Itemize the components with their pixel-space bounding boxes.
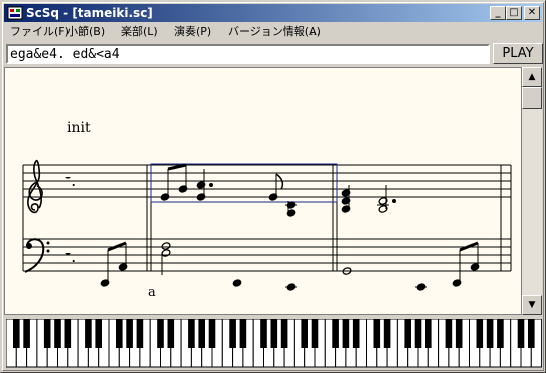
bass-notes: [100, 241, 480, 291]
vertical-scrollbar[interactable]: ▲ ▼: [522, 67, 542, 315]
app-icon: [7, 6, 23, 20]
menu-part[interactable]: 楽部(L): [121, 25, 158, 39]
scroll-thumb[interactable]: [522, 87, 542, 109]
menu-version-info[interactable]: バージョン情報(A): [228, 25, 321, 39]
black-key[interactable]: [332, 319, 339, 348]
black-key[interactable]: [486, 319, 494, 348]
black-key[interactable]: [188, 319, 195, 348]
black-key[interactable]: [476, 319, 484, 348]
black-key[interactable]: [229, 319, 236, 348]
score-canvas: init 𝄻. 𝄻. a: [22, 120, 512, 300]
maximize-button[interactable]: □: [506, 6, 522, 20]
piano-keyboard[interactable]: [5, 318, 543, 369]
section-label: init: [67, 120, 91, 136]
black-key[interactable]: [126, 319, 133, 348]
mml-input[interactable]: [6, 44, 490, 64]
black-key[interactable]: [13, 319, 20, 348]
black-key[interactable]: [497, 319, 504, 348]
arrow-down-icon[interactable]: ▼: [522, 295, 542, 315]
menu-play[interactable]: 演奏(P): [174, 25, 211, 39]
menu-bar: ファイル(F) 小節(B) 楽部(L) 演奏(P) バージョン情報(A) ...: [4, 23, 542, 41]
black-key[interactable]: [404, 319, 411, 348]
black-key[interactable]: [95, 319, 102, 348]
bass-clef-icon: [24, 238, 50, 273]
black-key[interactable]: [64, 319, 72, 348]
close-button[interactable]: ✕: [524, 6, 540, 20]
black-key[interactable]: [383, 319, 391, 348]
black-key[interactable]: [445, 319, 453, 348]
arrow-up-icon[interactable]: ▲: [522, 67, 542, 87]
toolbar: PLAY: [4, 42, 543, 66]
black-key[interactable]: [136, 319, 144, 348]
black-key[interactable]: [517, 319, 525, 348]
black-key[interactable]: [260, 319, 267, 348]
black-key[interactable]: [373, 319, 381, 348]
bass-staff: [23, 238, 511, 272]
black-key[interactable]: [116, 319, 123, 348]
black-key[interactable]: [352, 319, 360, 348]
bass-whole-rest: 𝄻.: [65, 247, 76, 266]
black-key[interactable]: [198, 319, 205, 348]
treble-whole-rest: 𝄻.: [65, 171, 76, 190]
marker-label: a: [148, 285, 156, 300]
minimize-button[interactable]: _: [490, 6, 506, 20]
black-key[interactable]: [301, 319, 308, 348]
play-button[interactable]: PLAY: [493, 43, 543, 64]
black-key[interactable]: [239, 319, 247, 348]
app-window: ScSq - [tameiki.sc] _ □ ✕ ファイル(F) 小節(B) …: [0, 0, 546, 373]
black-key[interactable]: [85, 319, 92, 348]
treble-staff: [23, 164, 511, 198]
black-key[interactable]: [270, 319, 278, 348]
black-key[interactable]: [208, 319, 216, 348]
black-key[interactable]: [54, 319, 61, 348]
score-view[interactable]: init 𝄻. 𝄻. a: [4, 67, 522, 315]
black-key[interactable]: [23, 319, 30, 348]
black-key[interactable]: [528, 319, 535, 348]
menu-more[interactable]: ...: [310, 25, 321, 39]
black-key[interactable]: [157, 319, 164, 348]
black-key[interactable]: [425, 319, 432, 348]
black-key[interactable]: [43, 319, 51, 348]
piano-keys: [5, 318, 543, 368]
menu-file[interactable]: ファイル(F): [10, 25, 69, 39]
treble-clef-icon: [27, 159, 43, 214]
title-bar[interactable]: ScSq - [tameiki.sc] _ □ ✕: [4, 4, 542, 22]
black-key[interactable]: [414, 319, 422, 348]
black-key[interactable]: [280, 319, 288, 348]
menu-bar-measure[interactable]: 小節(B): [67, 25, 105, 39]
window-title: ScSq - [tameiki.sc]: [26, 6, 153, 20]
black-key[interactable]: [455, 319, 463, 348]
black-key[interactable]: [167, 319, 175, 348]
black-key[interactable]: [342, 319, 350, 348]
black-key[interactable]: [311, 319, 319, 348]
measure-selection: [150, 163, 338, 203]
